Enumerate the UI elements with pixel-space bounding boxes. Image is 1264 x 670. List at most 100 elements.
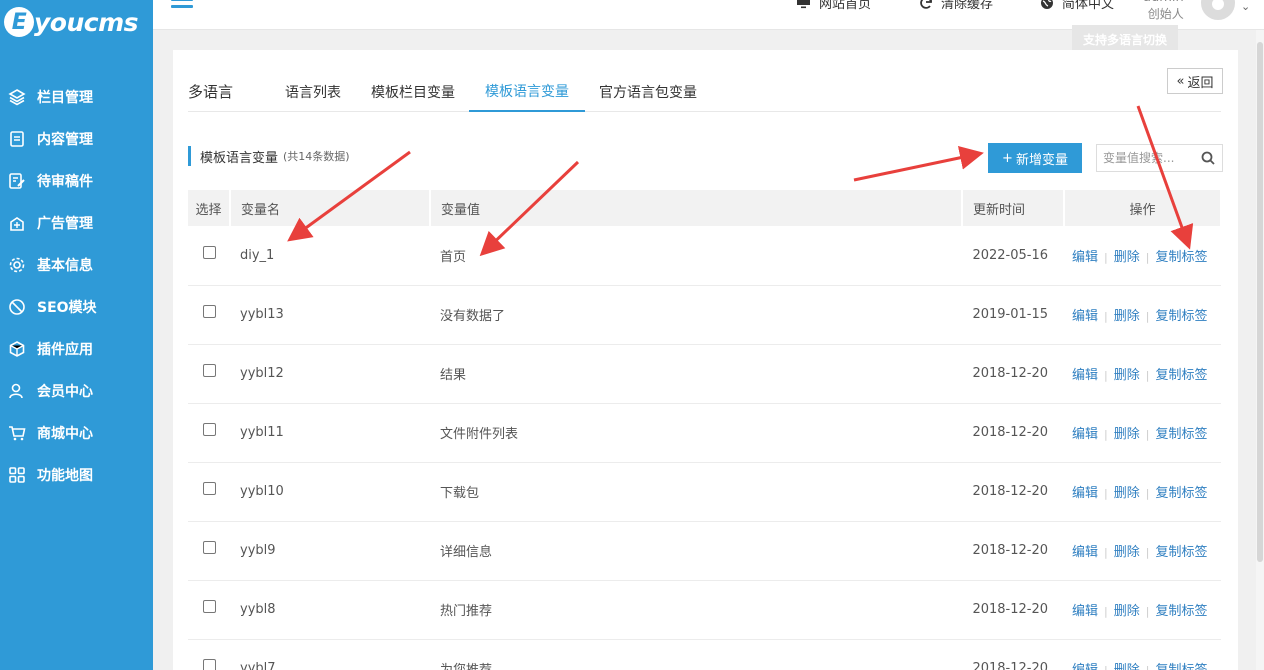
list-title: 模板语言变量 (共14条数据)	[188, 146, 350, 166]
delete-link[interactable]: 删除	[1114, 663, 1140, 670]
sidebar-item-shop[interactable]: 商城中心	[0, 412, 153, 454]
edit-link[interactable]: 编辑	[1072, 663, 1098, 670]
table-row: yybl13 没有数据了 2019-01-15 编辑 | 删除 | 复制标签	[188, 285, 1221, 345]
var-name: diy_1	[230, 226, 430, 286]
col-value: 变量值	[430, 190, 963, 226]
refresh-icon	[919, 0, 933, 10]
sidebar-item-ad[interactable]: 广告管理	[0, 202, 153, 244]
var-value: 文件附件列表	[430, 403, 962, 463]
logo-text: youcms	[34, 7, 139, 37]
delete-link[interactable]: 删除	[1114, 545, 1140, 560]
row-checkbox[interactable]	[202, 600, 216, 613]
copy-tag-link[interactable]: 复制标签	[1155, 545, 1207, 560]
row-checkbox[interactable]	[202, 482, 216, 495]
var-value: 详细信息	[430, 521, 962, 581]
sidebar-item-member[interactable]: 会员中心	[0, 370, 153, 412]
chevron-down-icon[interactable]: ⌄	[1241, 0, 1250, 13]
table-header: 选择 变量名 变量值 更新时间 操作	[188, 190, 1222, 226]
edit-link[interactable]: 编辑	[1072, 368, 1098, 383]
site-home-link[interactable]: 网站首页	[796, 0, 871, 12]
var-value: 下载包	[430, 462, 962, 522]
copy-tag-link[interactable]: 复制标签	[1155, 309, 1207, 324]
logo[interactable]: E youcms	[0, 0, 153, 44]
row-actions: 编辑 | 删除 | 复制标签	[1064, 462, 1221, 522]
var-value: 热门推荐	[430, 580, 962, 640]
var-value: 为您推荐	[430, 639, 962, 670]
table-row: yybl9 详细信息 2018-12-20 编辑 | 删除 | 复制标签	[188, 521, 1221, 581]
row-actions: 编辑 | 删除 | 复制标签	[1064, 226, 1221, 286]
table-row: yybl7 为您推荐 2018-12-20 编辑 | 删除 | 复制标签	[188, 639, 1221, 670]
sidebar-item-seo[interactable]: SEO模块	[0, 286, 153, 328]
site-home-label: 网站首页	[819, 0, 872, 12]
copy-tag-link[interactable]: 复制标签	[1155, 250, 1207, 265]
tab-template-column-vars[interactable]: 模板栏目变量	[371, 72, 455, 112]
var-name: yybl7	[230, 639, 430, 670]
sidebar-item-content[interactable]: 内容管理	[0, 118, 153, 160]
row-checkbox[interactable]	[202, 305, 216, 318]
language-switch[interactable]: 简体中文	[1040, 0, 1114, 12]
sidebar-item-review[interactable]: 待审稿件	[0, 160, 153, 202]
separator: |	[1145, 605, 1150, 618]
copy-tag-link[interactable]: 复制标签	[1155, 604, 1207, 619]
edit-link[interactable]: 编辑	[1072, 604, 1098, 619]
col-select: 选择	[188, 190, 231, 226]
sidebar-item-column[interactable]: 栏目管理	[0, 76, 153, 118]
add-variable-button[interactable]: + 新增变量	[988, 143, 1082, 173]
sidebar-item-map[interactable]: 功能地图	[0, 454, 153, 496]
row-checkbox[interactable]	[202, 245, 216, 259]
table-row: yybl8 热门推荐 2018-12-20 编辑 | 删除 | 复制标签	[188, 580, 1221, 640]
menu-toggle-icon[interactable]	[171, 0, 193, 16]
sidebar-item-basic[interactable]: 基本信息	[0, 244, 153, 286]
seo-icon	[8, 298, 26, 316]
row-actions: 编辑 | 删除 | 复制标签	[1064, 344, 1221, 404]
var-value: 没有数据了	[430, 285, 962, 345]
sidebar-item-plugin[interactable]: 插件应用	[0, 328, 153, 370]
update-time: 2018-12-20	[962, 403, 1064, 463]
tab-official-language-pack[interactable]: 官方语言包变量	[599, 72, 697, 112]
copy-tag-link[interactable]: 复制标签	[1155, 368, 1207, 383]
copy-tag-link[interactable]: 复制标签	[1155, 663, 1207, 670]
page-title: 多语言	[188, 83, 234, 101]
edit-link[interactable]: 编辑	[1072, 250, 1098, 265]
row-checkbox[interactable]	[202, 659, 216, 670]
list-title-text: 模板语言变量	[200, 150, 279, 166]
user-info[interactable]: admin 创始人	[1143, 0, 1184, 22]
var-name: yybl8	[230, 580, 430, 640]
var-name: yybl13	[230, 285, 430, 345]
edit-link[interactable]: 编辑	[1072, 545, 1098, 560]
scrollbar[interactable]	[1256, 30, 1264, 670]
delete-link[interactable]: 删除	[1114, 309, 1140, 324]
separator: |	[1104, 250, 1108, 264]
update-time: 2018-12-20	[962, 344, 1064, 404]
search-icon[interactable]	[1201, 151, 1215, 169]
delete-link[interactable]: 删除	[1114, 604, 1140, 619]
delete-link[interactable]: 删除	[1114, 427, 1140, 442]
grid-icon	[8, 466, 26, 484]
update-time: 2018-12-20	[962, 521, 1064, 581]
scrollbar-thumb[interactable]	[1257, 42, 1263, 562]
delete-link[interactable]: 删除	[1114, 368, 1140, 383]
separator: |	[1104, 664, 1108, 670]
separator: |	[1104, 605, 1108, 618]
separator: |	[1104, 546, 1108, 559]
delete-link[interactable]: 删除	[1114, 486, 1140, 501]
copy-tag-link[interactable]: 复制标签	[1155, 427, 1207, 442]
tab-template-language-vars[interactable]: 模板语言变量	[469, 72, 586, 112]
sidebar-menu: 栏目管理 内容管理 待审稿件 广告管理 基本信息 SEO模块 插件应用 会员中心…	[0, 76, 153, 496]
clear-cache-link[interactable]: 清除缓存	[919, 0, 993, 12]
row-checkbox[interactable]	[202, 423, 216, 436]
row-checkbox[interactable]	[202, 364, 216, 377]
globe-icon	[1040, 0, 1054, 10]
row-checkbox[interactable]	[202, 541, 216, 554]
delete-link[interactable]: 删除	[1114, 250, 1140, 265]
copy-tag-link[interactable]: 复制标签	[1155, 486, 1207, 501]
double-chevron-left-icon: «	[1176, 73, 1185, 89]
separator: |	[1146, 664, 1150, 670]
avatar[interactable]	[1201, 0, 1235, 20]
edit-link[interactable]: 编辑	[1072, 486, 1098, 501]
search-input[interactable]	[1097, 145, 1195, 171]
edit-link[interactable]: 编辑	[1072, 309, 1098, 324]
edit-link[interactable]: 编辑	[1072, 427, 1098, 442]
tab-language-list[interactable]: 语言列表	[285, 72, 341, 112]
back-button[interactable]: « 返回	[1167, 68, 1223, 94]
